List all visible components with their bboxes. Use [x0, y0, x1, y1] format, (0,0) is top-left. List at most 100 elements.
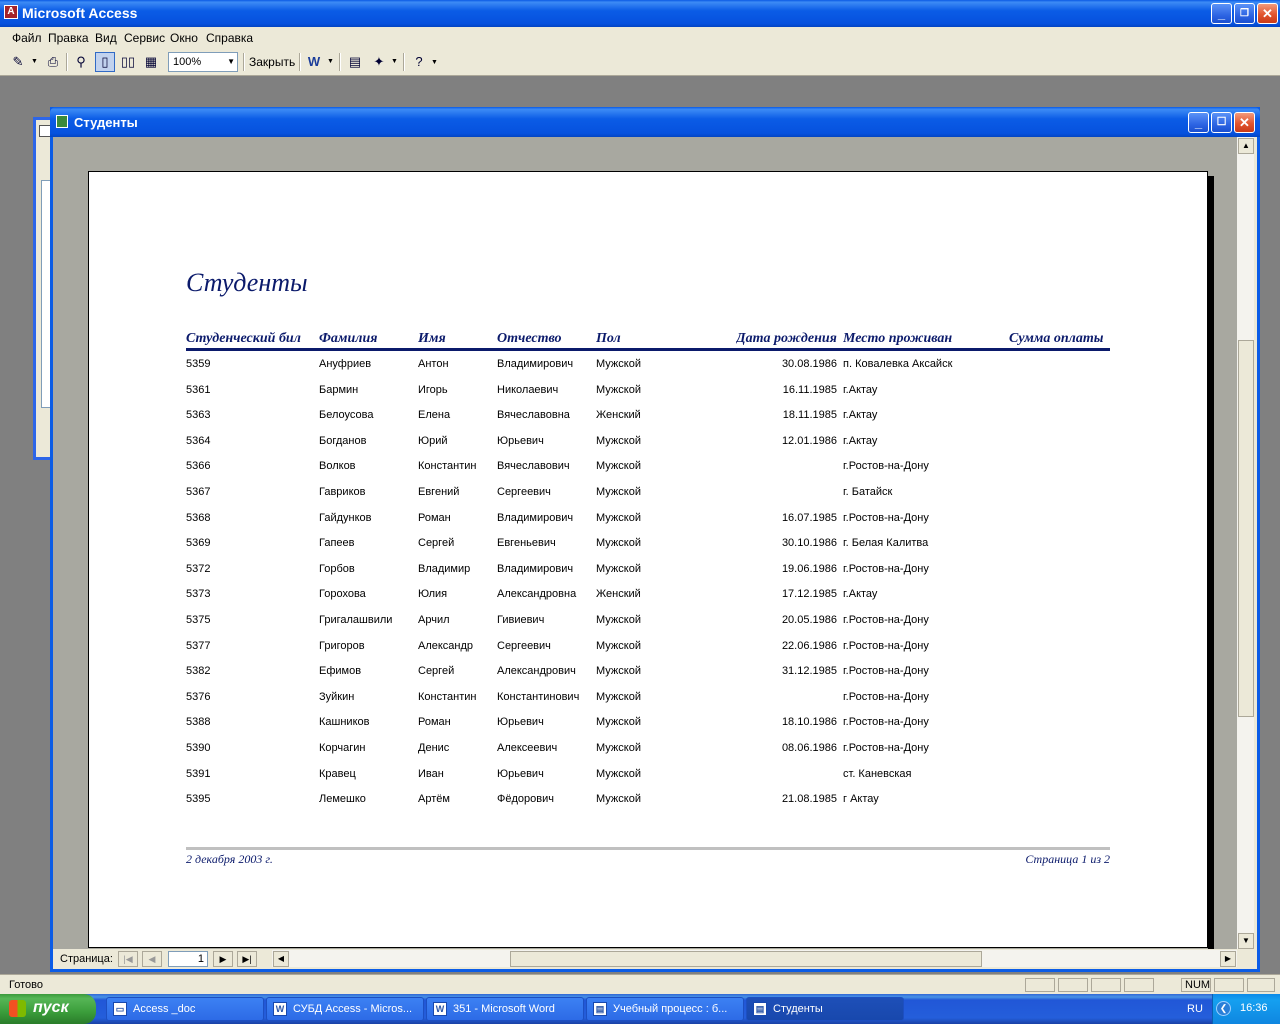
page-number-input[interactable]: 1 [168, 951, 208, 967]
cell-gender: Мужской [596, 640, 641, 652]
menu-help[interactable]: Справка [206, 31, 253, 45]
zoom-icon[interactable]: ⚲ [71, 52, 91, 72]
access-app-icon: A [4, 5, 18, 19]
cell-student-id: 5375 [186, 614, 211, 626]
cell-gender: Мужской [596, 486, 641, 498]
cell-student-id: 5388 [186, 716, 211, 728]
report-icon: ▤ [753, 1002, 767, 1016]
start-button[interactable]: пуск [0, 994, 96, 1024]
print-icon[interactable]: ⎙ [43, 52, 63, 72]
menu-edit[interactable]: Правка [48, 31, 89, 45]
column-header-surname: Фамилия [319, 331, 378, 346]
multiple-pages-icon[interactable]: ▦ [141, 52, 161, 72]
close-preview-button[interactable]: Закрыть [249, 52, 295, 72]
design-view-dropdown-icon[interactable]: ▼ [31, 52, 38, 72]
scroll-up-button[interactable]: ▲ [1238, 138, 1254, 154]
scroll-left-button[interactable]: ◀ [273, 951, 289, 967]
cell-residence: ст. Каневская [843, 768, 912, 780]
report-maximize-button[interactable]: ☐ [1211, 112, 1232, 133]
next-page-button[interactable]: ▶ [213, 951, 233, 967]
cell-surname: Лемешко [319, 793, 366, 805]
cell-patronymic: Сергеевич [497, 640, 551, 652]
app-titlebar[interactable]: A Microsoft Access _ ❐ ✕ [0, 0, 1280, 27]
help-dropdown-icon[interactable]: ▼ [431, 52, 438, 72]
previous-page-button[interactable]: ◀ [142, 951, 162, 967]
cell-residence: г.Ростов-на-Дону [843, 742, 929, 754]
cell-first-name: Константин [418, 460, 477, 472]
cell-student-id: 5367 [186, 486, 211, 498]
cell-residence: п. Ковалевка Аксайск [843, 358, 953, 370]
taskbar-item-351-word[interactable]: W 351 - Microsoft Word [426, 997, 584, 1021]
scroll-down-button[interactable]: ▼ [1238, 933, 1254, 949]
cell-student-id: 5368 [186, 512, 211, 524]
cell-birth-date: 16.07.1985 [781, 512, 837, 524]
cell-surname: Зуйкин [319, 691, 355, 703]
status-panel [1247, 978, 1275, 992]
cell-gender: Мужской [596, 512, 641, 524]
database-window-icon[interactable]: ▤ [345, 52, 365, 72]
horizontal-scroll-thumb[interactable] [510, 951, 982, 967]
cell-gender: Женский [596, 588, 641, 600]
office-links-icon[interactable]: W [304, 52, 324, 72]
column-header-payment: Сумма оплаты [1009, 331, 1104, 346]
taskbar-item-access-doc[interactable]: ▭ Access _doc [106, 997, 264, 1021]
taskbar-item-subd-access[interactable]: W СУБД Access - Micros... [266, 997, 424, 1021]
cell-first-name: Александр [418, 640, 474, 652]
cell-first-name: Роман [418, 512, 451, 524]
column-header-residence: Место проживан [843, 331, 953, 346]
cell-gender: Мужской [596, 460, 641, 472]
toolbar-separator [339, 53, 341, 71]
taskbar-item-label: СУБД Access - Micros... [293, 1003, 413, 1015]
cell-gender: Женский [596, 409, 641, 421]
size-grip[interactable] [1238, 951, 1254, 967]
cell-surname: Кравец [319, 768, 356, 780]
cell-residence: г.Ростов-на-Дону [843, 716, 929, 728]
menu-window[interactable]: Окно [170, 31, 198, 45]
report-minimize-button[interactable]: _ [1188, 112, 1209, 133]
first-page-button[interactable]: |◀ [118, 951, 138, 967]
cell-first-name: Елена [418, 409, 451, 421]
cell-patronymic: Сергеевич [497, 486, 551, 498]
cell-surname: Кашников [319, 716, 370, 728]
status-panel [1214, 978, 1244, 992]
footer-date: 2 декабря 2003 г. [186, 852, 273, 866]
new-object-icon[interactable]: ✦ [369, 52, 389, 72]
tray-expand-icon[interactable]: ❮ [1216, 1001, 1231, 1016]
cell-patronymic: Вячеславовна [497, 409, 570, 421]
cell-surname: Григалашвили [319, 614, 393, 626]
menu-file[interactable]: Файл [12, 31, 42, 45]
cell-first-name: Юрий [418, 435, 448, 447]
word-icon: W [273, 1002, 287, 1016]
cell-student-id: 5369 [186, 537, 211, 549]
cell-first-name: Роман [418, 716, 451, 728]
cell-gender: Мужской [596, 665, 641, 677]
cell-residence: г.Актау [843, 384, 878, 396]
menu-tools[interactable]: Сервис [124, 31, 165, 45]
new-object-dropdown-icon[interactable]: ▼ [391, 52, 398, 72]
report-close-button[interactable]: ✕ [1234, 112, 1255, 133]
app-restore-button[interactable]: ❐ [1234, 3, 1255, 24]
cell-residence: г.Ростов-на-Дону [843, 640, 929, 652]
language-indicator[interactable]: RU [1187, 1003, 1203, 1015]
taskbar-item-studenty[interactable]: ▤ Студенты [746, 997, 904, 1021]
taskbar-item-uchebny-process[interactable]: ▤ Учебный процесс : б... [586, 997, 744, 1021]
one-page-icon[interactable]: ▯ [95, 52, 115, 72]
cell-student-id: 5390 [186, 742, 211, 754]
help-icon[interactable]: ? [409, 52, 429, 72]
office-links-dropdown-icon[interactable]: ▼ [327, 52, 334, 72]
scroll-right-button[interactable]: ▶ [1220, 951, 1236, 967]
cell-student-id: 5361 [186, 384, 211, 396]
two-pages-icon[interactable]: ▯▯ [118, 52, 138, 72]
zoom-select[interactable]: 100% ▼ [168, 52, 238, 72]
app-close-button[interactable]: ✕ [1257, 3, 1278, 24]
design-view-icon[interactable]: ✎ [8, 52, 28, 72]
last-page-button[interactable]: ▶| [237, 951, 257, 967]
cell-patronymic: Николаевич [497, 384, 559, 396]
cell-gender: Мужской [596, 793, 641, 805]
app-minimize-button[interactable]: _ [1211, 3, 1232, 24]
cell-residence: г.Ростов-на-Дону [843, 512, 929, 524]
menu-view[interactable]: Вид [95, 31, 117, 45]
cell-surname: Гайдунков [319, 512, 372, 524]
report-window-titlebar[interactable]: Студенты _ ☐ ✕ [50, 107, 1260, 137]
vertical-scroll-thumb[interactable] [1238, 340, 1254, 717]
